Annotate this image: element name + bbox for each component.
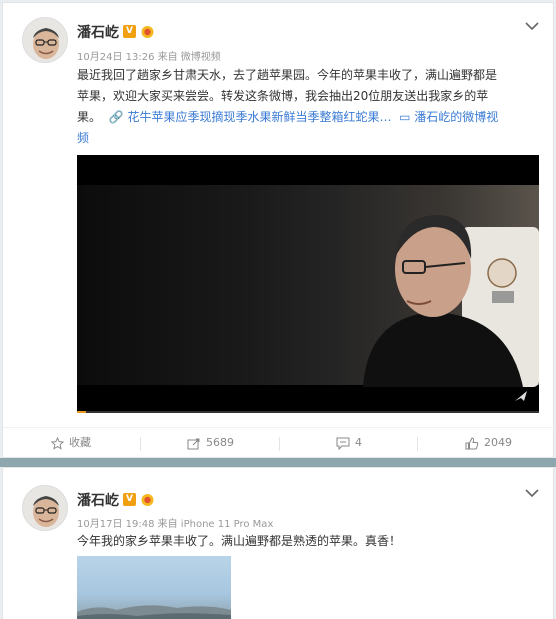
avatar[interactable]: [22, 485, 68, 531]
comment-button[interactable]: 4: [336, 428, 362, 458]
post-actions-bar: 收藏 5689 4 2049: [3, 427, 555, 457]
action-divider: [279, 437, 280, 451]
verified-badge: V: [123, 25, 136, 38]
star-icon: [50, 436, 65, 450]
post-text: 最近我回了趟家乡甘肃天水，去了趟苹果园。今年的苹果丰收了，满山遍野都是 苹果，欢…: [77, 65, 537, 149]
verified-badge: V: [123, 493, 136, 506]
video-link-icon: ▭: [395, 110, 411, 124]
author-name[interactable]: 潘石屹: [77, 22, 119, 42]
photo-landscape: [77, 605, 231, 619]
like-count: 2049: [484, 436, 512, 449]
medal-icon: [141, 26, 154, 38]
action-divider: [417, 437, 418, 451]
post-text-line: 最近我回了趟家乡甘肃天水，去了趟苹果园。今年的苹果丰收了，满山遍野都是: [77, 68, 498, 82]
product-link[interactable]: 花牛苹果应季现摘现季水果新鲜当季整箱红蛇果…: [127, 110, 391, 124]
favorite-label: 收藏: [69, 436, 91, 449]
repost-button[interactable]: 5689: [187, 428, 234, 458]
feed-divider: [0, 458, 556, 467]
avatar-portrait-icon: [23, 18, 67, 62]
seat-logo-icon: [487, 258, 517, 303]
comment-count: 4: [355, 436, 362, 449]
weibo-post-card: 潘石屹 V 10月17日 19:48 来自 iPhone 11 Pro Max …: [2, 467, 554, 619]
avatar-portrait-icon: [23, 486, 67, 530]
video-progress-fill: [77, 411, 87, 413]
favorite-button[interactable]: 收藏: [50, 428, 91, 458]
post-text-line: 果。 🔗 花牛苹果应季现摘现季水果新鲜当季整箱红蛇果… ▭ 潘石屹的微博视: [77, 110, 499, 124]
like-button[interactable]: 2049: [465, 428, 512, 458]
weibo-post-card: 潘石屹 V 10月24日 13:26 来自 微博视频 最近我回了趟家乡甘肃天水，…: [2, 2, 555, 458]
like-icon: [465, 436, 479, 449]
video-progress-bar[interactable]: [77, 411, 539, 413]
link-icon: 🔗: [104, 110, 124, 124]
post-meta: 10月17日 19:48 来自 iPhone 11 Pro Max: [77, 519, 274, 530]
post-text-line: 苹果，欢迎大家买来尝尝。转发这条微博，我会抽出20位朋友送出我家乡的苹: [77, 89, 489, 103]
repost-icon: [187, 438, 200, 449]
post-meta: 10月24日 13:26 来自 微博视频: [77, 52, 221, 63]
action-divider: [140, 437, 141, 451]
post-photo[interactable]: [77, 556, 231, 619]
medal-icon: [141, 494, 154, 506]
post-text: 今年我的家乡苹果丰收了。满山遍野都是熟透的苹果。真香！: [77, 534, 402, 548]
video-player[interactable]: [77, 155, 539, 413]
chevron-down-icon[interactable]: [525, 488, 539, 498]
chevron-down-icon[interactable]: [525, 21, 539, 31]
video-link[interactable]: 潘石屹的微博视: [414, 110, 498, 124]
comment-icon: [336, 437, 350, 450]
avatar[interactable]: [22, 17, 68, 63]
video-play-icon[interactable]: [513, 389, 529, 403]
author-name[interactable]: 潘石屹: [77, 490, 119, 510]
repost-count: 5689: [206, 436, 234, 449]
video-link-cont[interactable]: 频: [77, 128, 537, 149]
